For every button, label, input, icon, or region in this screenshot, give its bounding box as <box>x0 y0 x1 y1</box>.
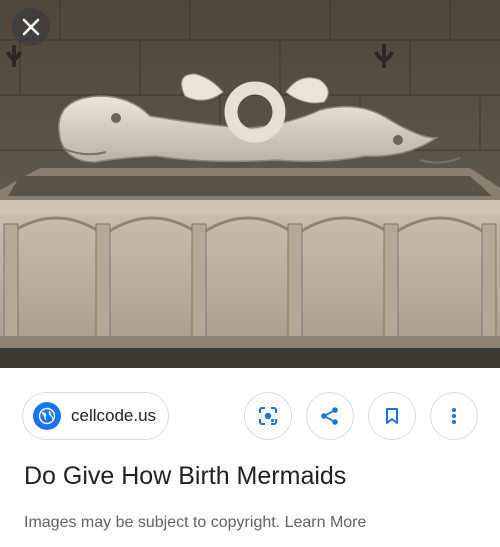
action-bar: cellcode.us <box>0 392 500 442</box>
copyright-text: Images may be subject to copyright. <box>24 514 281 531</box>
learn-more-link[interactable]: Learn More <box>285 514 367 531</box>
share-icon <box>321 407 338 425</box>
close-button[interactable] <box>12 8 50 46</box>
source-link[interactable]: cellcode.us <box>22 392 169 440</box>
globe-icon <box>33 402 61 430</box>
image-viewer: cellcode.us Do Give How Birth Mermaids I… <box>0 0 500 547</box>
more-vert-icon <box>452 408 456 424</box>
bookmark-icon <box>386 408 398 424</box>
source-domain: cellcode.us <box>71 406 157 425</box>
share-button[interactable] <box>306 392 354 440</box>
main-image[interactable] <box>0 0 500 368</box>
image-canvas <box>0 0 500 368</box>
close-icon <box>22 18 40 36</box>
lens-button[interactable] <box>244 392 292 440</box>
save-button[interactable] <box>368 392 416 440</box>
lens-icon <box>259 407 277 425</box>
result-title[interactable]: Do Give How Birth Mermaids <box>24 462 346 491</box>
copyright-notice: Images may be subject to copyright. Lear… <box>24 514 366 532</box>
more-options-button[interactable] <box>430 392 478 440</box>
